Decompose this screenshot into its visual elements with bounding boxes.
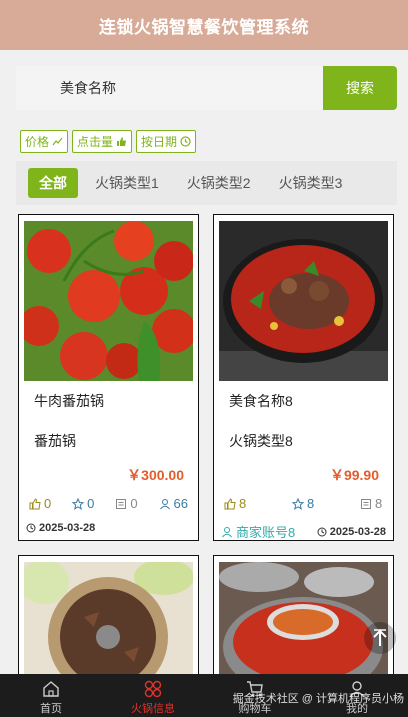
views-stat: 66 <box>159 496 188 511</box>
tab-type1[interactable]: 火锅类型1 <box>84 168 170 198</box>
page-title: 连锁火锅智慧餐饮管理系统 <box>99 17 309 37</box>
like-count: 0 <box>44 496 52 511</box>
category-tabs: 全部 火锅类型1 火锅类型2 火锅类型3 <box>16 161 397 205</box>
food-card[interactable] <box>213 555 394 685</box>
tabbar-hotpot-label: 火锅信息 <box>131 703 175 715</box>
food-type: 番茄锅 <box>34 433 76 449</box>
sort-price-button[interactable]: 价格 <box>20 130 69 153</box>
tab-type2[interactable]: 火锅类型2 <box>176 168 262 198</box>
food-image[interactable] <box>219 221 388 381</box>
thumbs-up-icon <box>29 497 41 509</box>
sort-clicks-label: 点击量 <box>77 135 114 149</box>
favorite-count: 0 <box>87 496 95 511</box>
comment-count: 8 <box>375 496 383 511</box>
clock-icon <box>317 527 327 536</box>
watermark: 掘金技术社区 @ 计算机程序员小杨 <box>232 693 404 705</box>
food-stats: 8 8 8 <box>214 496 393 511</box>
star-icon <box>292 497 304 510</box>
tab-all[interactable]: 全部 <box>28 168 78 198</box>
comment-stat[interactable]: 8 <box>360 496 382 511</box>
merchant-label: 商家账号8 <box>236 525 296 540</box>
sort-price-label: 价格 <box>25 135 50 149</box>
food-title: 美食名称8 <box>229 393 293 409</box>
food-price: ￥300.00 <box>127 467 184 483</box>
thumb-icon <box>117 137 127 146</box>
card-footer: 2025-03-28 <box>19 522 198 534</box>
search-button[interactable]: 搜索 <box>323 66 397 110</box>
sort-date-label: 按日期 <box>141 135 178 149</box>
publish-date: 2025-03-28 <box>39 522 96 534</box>
card-footer: 商家账号8 2025-03-28 <box>214 522 393 541</box>
views-count: 66 <box>173 496 188 511</box>
star-icon <box>72 497 85 510</box>
trend-icon <box>52 137 63 146</box>
food-title: 牛肉番茄锅 <box>34 393 104 409</box>
tabbar-home-label: 首页 <box>40 703 62 715</box>
user-icon <box>159 498 170 509</box>
thumbs-up-icon <box>224 497 236 509</box>
like-stat[interactable]: 0 <box>29 496 72 511</box>
food-card[interactable]: 牛肉番茄锅 番茄锅 ￥300.00 0 0 0 66 2025-03-28 <box>18 214 199 541</box>
user-icon <box>222 526 232 537</box>
grid-icon <box>144 680 162 698</box>
tab-type3[interactable]: 火锅类型3 <box>268 168 354 198</box>
date-stat: 2025-03-28 <box>26 522 95 534</box>
merchant-account[interactable]: 商家账号8 <box>221 522 295 541</box>
favorite-stat[interactable]: 8 <box>292 496 360 511</box>
comment-icon <box>116 498 127 509</box>
food-card[interactable] <box>18 555 199 685</box>
food-image[interactable] <box>24 221 193 381</box>
comment-icon <box>361 498 371 509</box>
favorite-stat[interactable]: 0 <box>72 496 115 511</box>
tabbar-home[interactable]: 首页 <box>0 674 102 717</box>
sort-clicks-button[interactable]: 点击量 <box>72 130 133 153</box>
search-input[interactable]: 美食名称 <box>16 66 321 110</box>
publish-date: 2025-03-28 <box>329 525 386 538</box>
food-price: ￥99.90 <box>329 467 379 483</box>
sort-options: 价格 点击量 按日期 <box>20 130 197 153</box>
clock-icon <box>180 136 191 147</box>
like-count: 8 <box>239 496 247 511</box>
sort-date-button[interactable]: 按日期 <box>136 130 197 153</box>
food-stats: 0 0 0 66 <box>19 496 198 511</box>
food-image[interactable] <box>219 562 388 682</box>
clock-icon <box>26 523 36 533</box>
date-stat: 2025-03-28 <box>317 526 386 538</box>
comment-stat[interactable]: 0 <box>115 496 158 511</box>
favorite-count: 8 <box>307 496 315 511</box>
food-image[interactable] <box>24 562 193 682</box>
arrow-up-icon <box>373 629 387 646</box>
app-header: 连锁火锅智慧餐饮管理系统 <box>0 0 408 50</box>
tabbar-hotpot[interactable]: 火锅信息 <box>102 674 204 717</box>
scroll-to-top-button[interactable] <box>364 622 396 654</box>
comment-count: 0 <box>130 496 138 511</box>
search-bar: 美食名称 搜索 <box>16 66 397 110</box>
food-card[interactable]: 美食名称8 火锅类型8 ￥99.90 8 8 8 商家账号8 2025-03-2… <box>213 214 394 541</box>
food-type: 火锅类型8 <box>229 433 293 449</box>
home-icon <box>43 681 59 697</box>
like-stat[interactable]: 8 <box>224 496 292 511</box>
